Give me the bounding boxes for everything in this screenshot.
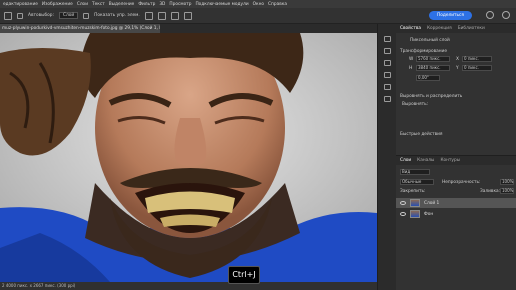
height-field[interactable]: 3840 пикс.: [416, 65, 450, 71]
color-icon[interactable]: [384, 48, 391, 54]
photo-image: [0, 33, 377, 282]
canvas[interactable]: [0, 33, 377, 282]
w-label: W: [409, 57, 414, 62]
layers-panel: Слои Каналы Контуры Вид Обычные Непрозра…: [396, 155, 516, 290]
menu-bar: едактирование Изображение Слои Текст Выд…: [0, 0, 516, 8]
auto-select-dropdown[interactable]: Слой: [58, 12, 79, 19]
y-label: Y: [456, 66, 459, 71]
layers-tabs: Слои Каналы Контуры: [396, 156, 516, 165]
share-button[interactable]: Поделиться: [429, 11, 472, 20]
document-tab-bar: muz-plyuwin-podurkivd-vmsuzhiten-muzskim…: [0, 24, 377, 33]
angle-field[interactable]: 0,00°: [416, 75, 440, 81]
transform-controls-checkbox[interactable]: [83, 12, 90, 19]
tab-properties[interactable]: Свойства: [400, 26, 421, 31]
brush-settings-icon[interactable]: [384, 72, 391, 78]
y-field[interactable]: 0 пикс.: [462, 65, 492, 71]
quick-actions-header[interactable]: Быстрые действия: [400, 132, 443, 137]
visibility-eye-icon[interactable]: [400, 212, 406, 216]
menu-item-window[interactable]: Окно: [253, 2, 264, 7]
layer-row[interactable]: Фон: [396, 209, 516, 219]
paragraph-icon[interactable]: [384, 84, 391, 90]
menu-item-view[interactable]: Просмотр: [169, 2, 191, 7]
swatches-icon[interactable]: [384, 60, 391, 66]
tab-paths[interactable]: Контуры: [440, 158, 460, 163]
fill-label: Заливка:: [480, 189, 501, 194]
lock-label: Закрепить:: [400, 189, 426, 194]
more-options-icon[interactable]: [183, 11, 192, 20]
layer-name: Слой 1: [424, 200, 440, 206]
align-sublabel: Выровнять:: [402, 102, 429, 107]
fill-field[interactable]: 100%: [500, 188, 514, 194]
x-label: X: [456, 57, 459, 62]
menu-item-plugins[interactable]: Подключаемые модули: [195, 2, 248, 7]
h-label: H: [409, 66, 413, 71]
move-tool-icon[interactable]: [4, 11, 12, 20]
transform-header[interactable]: Трансформирование: [400, 49, 447, 54]
tab-adjustments[interactable]: Коррекция: [427, 26, 452, 31]
visibility-eye-icon[interactable]: [400, 201, 406, 205]
layer-thumbnail: [410, 199, 420, 207]
layer-type-label: Пиксельный слой: [410, 38, 450, 43]
workspace-icon[interactable]: [502, 11, 510, 19]
menu-item-filter[interactable]: Фильтр: [138, 2, 155, 7]
opacity-label: Непрозрачность:: [442, 180, 481, 185]
align-left-icon[interactable]: [144, 11, 153, 20]
opacity-field[interactable]: 100%: [500, 179, 514, 185]
x-field[interactable]: 0 пикс.: [462, 56, 492, 62]
layer-row[interactable]: Слой 1: [396, 198, 516, 208]
tab-channels[interactable]: Каналы: [417, 158, 434, 163]
tab-layers[interactable]: Слои: [400, 158, 411, 163]
search-icon[interactable]: [486, 11, 494, 19]
tab-libraries[interactable]: Библиотеки: [458, 26, 485, 31]
history-icon[interactable]: [384, 36, 391, 42]
blend-mode-dropdown[interactable]: Обычные: [400, 179, 434, 185]
menu-item-3d[interactable]: 3D: [159, 2, 165, 7]
align-header[interactable]: Выровнять и распределить: [400, 94, 462, 99]
menu-item-select[interactable]: Выделение: [109, 2, 135, 7]
status-bar: 2 4000 пикс. х 2667 пикс. (300 ppi): [0, 282, 377, 290]
layer-thumbnail: [410, 210, 420, 218]
menu-item-help[interactable]: Справка: [268, 2, 287, 7]
menu-item-image[interactable]: Изображение: [42, 2, 73, 7]
document-tab[interactable]: muz-plyuwin-podurkivd-vmsuzhiten-muzskim…: [0, 24, 160, 33]
menu-item-edit[interactable]: едактирование: [3, 2, 38, 7]
auto-select-label: Автовыбор:: [28, 13, 54, 18]
align-right-icon[interactable]: [170, 11, 179, 20]
layer-name: Фон: [424, 211, 434, 217]
align-center-icon[interactable]: [157, 11, 166, 20]
auto-select-checkbox[interactable]: [17, 12, 23, 19]
top-right-icons: [486, 11, 510, 19]
panel-icon-strip: [377, 24, 396, 290]
width-field[interactable]: 5760 пикс.: [416, 56, 450, 62]
menu-item-text[interactable]: Текст: [92, 2, 105, 7]
character-icon[interactable]: [384, 96, 391, 102]
menu-item-layers[interactable]: Слои: [77, 2, 88, 7]
shortcut-overlay: Ctrl+J: [228, 266, 260, 284]
layer-filter-input[interactable]: Вид: [400, 169, 430, 175]
properties-tabs: Свойства Коррекция Библиотеки: [396, 24, 516, 33]
transform-controls-label: Показать упр. элем.: [94, 13, 140, 18]
